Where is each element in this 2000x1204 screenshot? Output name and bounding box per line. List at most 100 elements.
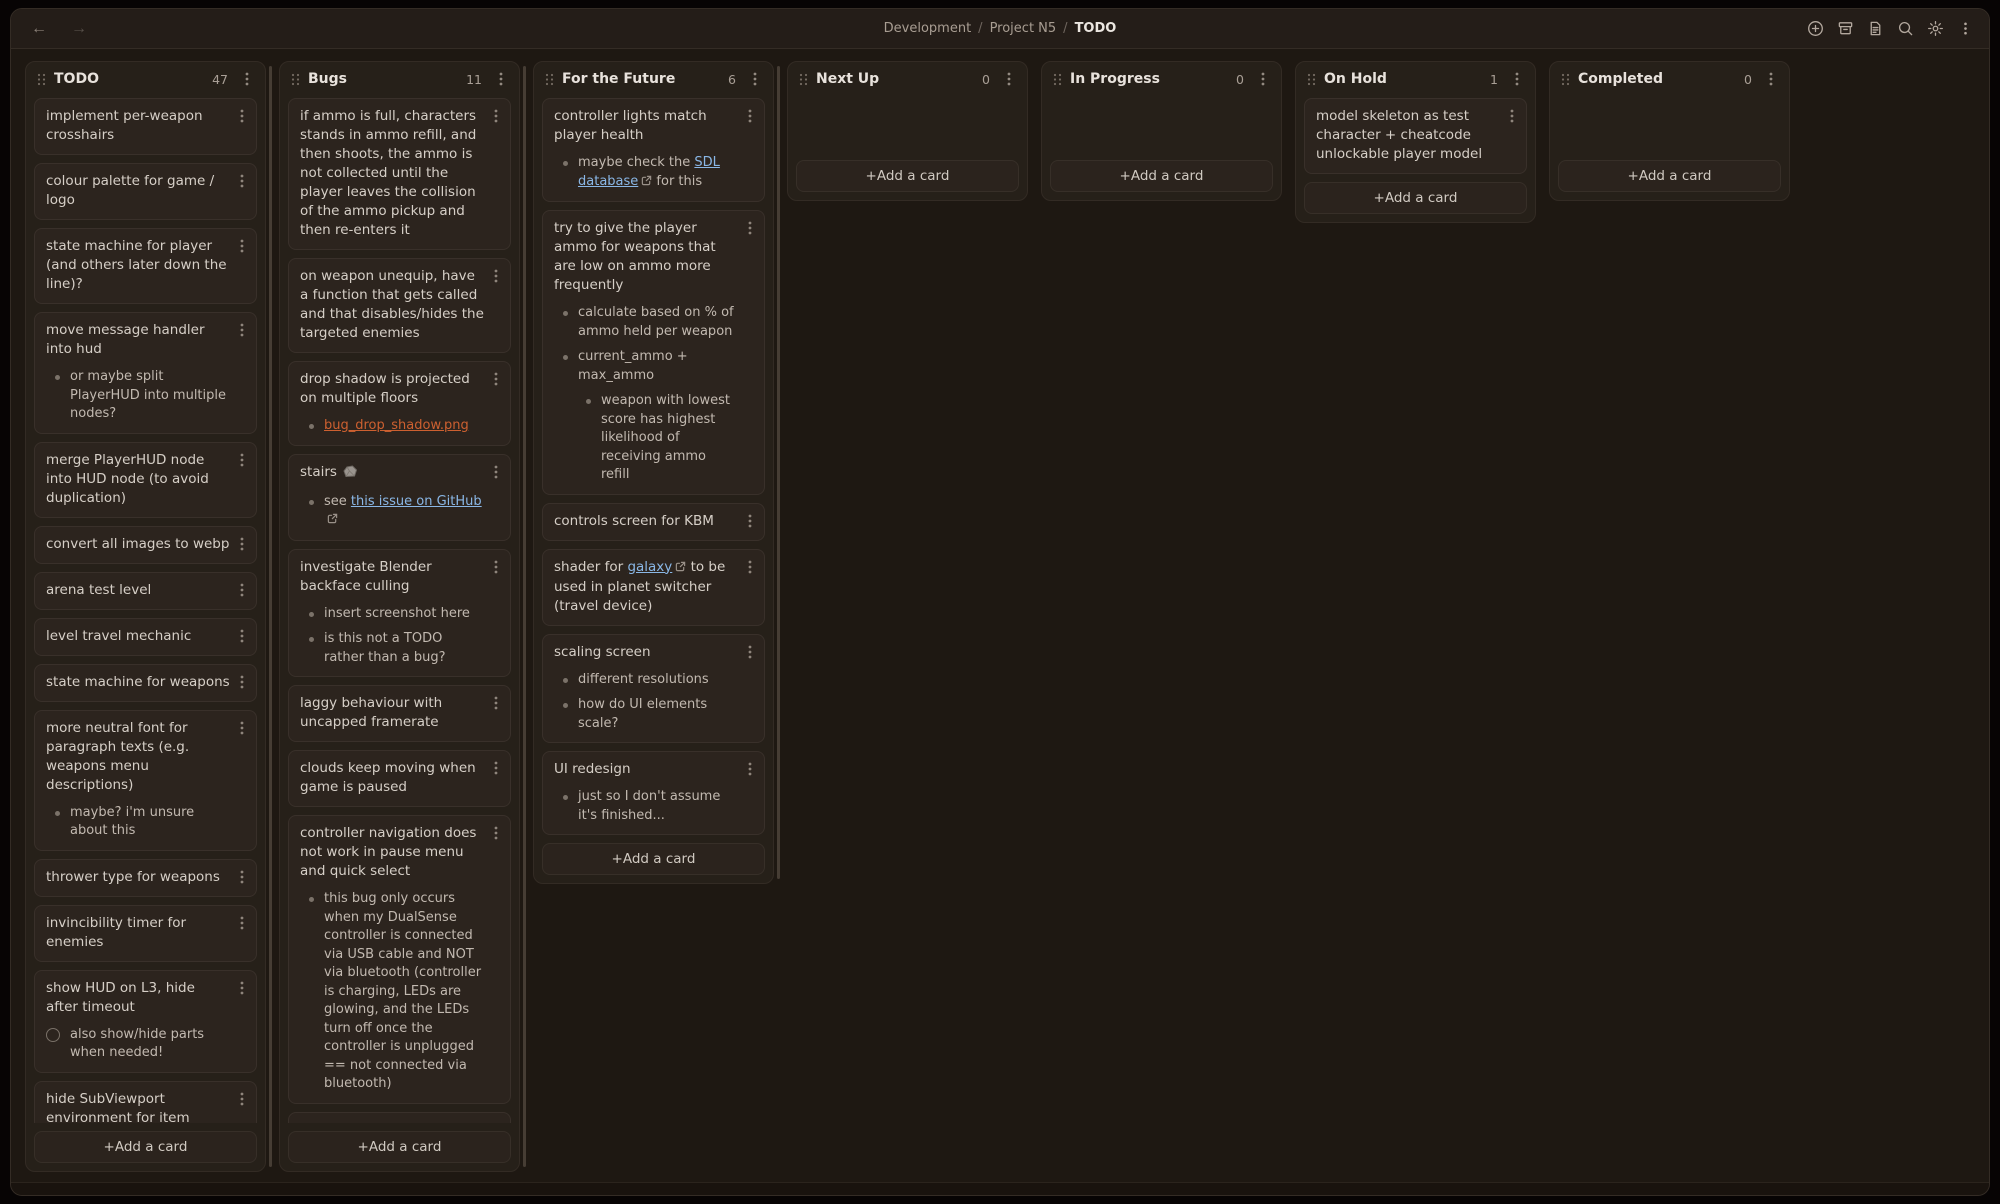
text-segment: controller navigation does not work in p…	[300, 825, 476, 879]
card-menu-button[interactable]	[741, 759, 759, 779]
card[interactable]: controls screen for KBM	[542, 503, 765, 541]
card-menu-button[interactable]	[233, 171, 251, 191]
card-menu-button[interactable]	[233, 867, 251, 887]
archive-button[interactable]	[1831, 15, 1859, 43]
column-drag-handle-icon[interactable]	[798, 71, 809, 88]
card-title: convert all images to webp	[46, 535, 230, 554]
card[interactable]: clouds keep moving when game is paused	[288, 750, 511, 807]
card[interactable]: state machine for weapons	[34, 664, 257, 702]
column-drag-handle-icon[interactable]	[36, 71, 47, 88]
card[interactable]: thrower type for weapons	[34, 859, 257, 897]
card-link[interactable]: this issue on GitHub	[351, 494, 482, 509]
card[interactable]: convert all images to webp	[34, 526, 257, 564]
card[interactable]: arena test level	[34, 572, 257, 610]
card-menu-button[interactable]	[487, 758, 505, 778]
card[interactable]: merge PlayerHUD node into HUD node (to a…	[34, 442, 257, 518]
add-card-button[interactable]: +Add a card	[288, 1131, 511, 1163]
text-segment: maybe? i'm unsure about this	[70, 805, 194, 839]
card[interactable]: show HUD on L3, hide after timeoutalso s…	[34, 970, 257, 1073]
more-button[interactable]	[1951, 15, 1979, 43]
card-menu-button[interactable]	[233, 450, 251, 470]
card[interactable]: scaling screendifferent resolutionshow d…	[542, 634, 765, 744]
column-scrollbar[interactable]	[269, 66, 272, 1167]
add-card-button[interactable]: +Add a card	[34, 1131, 257, 1163]
card-link[interactable]: bug_drop_shadow.png	[324, 418, 469, 433]
checkbox-circle[interactable]	[46, 1028, 60, 1042]
column-drag-handle-icon[interactable]	[1052, 71, 1063, 88]
card[interactable]: controller lights match player healthmay…	[542, 98, 765, 202]
card-menu-button[interactable]	[741, 218, 759, 238]
column-menu-button[interactable]	[1507, 68, 1527, 90]
column-drag-handle-icon[interactable]	[544, 71, 555, 88]
card-menu-button[interactable]	[233, 580, 251, 600]
column-drag-handle-icon[interactable]	[1560, 71, 1571, 88]
card-menu-button[interactable]	[1503, 106, 1521, 126]
column-drag-handle-icon[interactable]	[1306, 71, 1317, 88]
sub-item-text: also show/hide parts when needed!	[70, 1027, 204, 1061]
card-menu-button[interactable]	[487, 823, 505, 843]
add-card-button[interactable]: +Add a card	[542, 843, 765, 875]
column-menu-button[interactable]	[745, 68, 765, 90]
card-menu-button[interactable]	[233, 1089, 251, 1109]
column-drag-handle-icon[interactable]	[290, 71, 301, 88]
card[interactable]: more neutral font for paragraph texts (e…	[34, 710, 257, 851]
card[interactable]: drop shadow is projected on multiple flo…	[288, 361, 511, 446]
column-scrollbar[interactable]	[523, 66, 526, 1167]
card[interactable]: hide SubViewport environment for item pr…	[34, 1081, 257, 1124]
card[interactable]: investigate Blender backface cullinginse…	[288, 549, 511, 678]
card[interactable]: state machine for player (and others lat…	[34, 228, 257, 304]
card[interactable]: try to give the player ammo for weapons …	[542, 210, 765, 495]
card[interactable]: if ammo is full, characters stands in am…	[288, 98, 511, 250]
column-menu-button[interactable]	[237, 68, 257, 90]
add-card-button[interactable]: +Add a card	[1304, 182, 1527, 214]
document-button[interactable]	[1861, 15, 1889, 43]
settings-button[interactable]	[1921, 15, 1949, 43]
card-menu-button[interactable]	[741, 511, 759, 531]
card-menu-button[interactable]	[487, 462, 505, 482]
breadcrumb-item-project-n5[interactable]: Project N5	[990, 21, 1057, 36]
card[interactable]: stairs see this issue on GitHub	[288, 454, 511, 541]
column-menu-button[interactable]	[999, 68, 1019, 90]
card[interactable]: invincibility timer for enemies	[34, 905, 257, 962]
card-menu-button[interactable]	[487, 266, 505, 286]
column-menu-button[interactable]	[491, 68, 511, 90]
card[interactable]: on weapon unequip, have a function that …	[288, 258, 511, 353]
card-menu-button[interactable]	[233, 913, 251, 933]
breadcrumb-item-development[interactable]: Development	[884, 21, 972, 36]
card-menu-button[interactable]	[233, 626, 251, 646]
card-menu-button[interactable]	[233, 236, 251, 256]
card[interactable]: model skeleton as test character + cheat…	[1304, 98, 1527, 174]
add-card-button[interactable]: +Add a card	[796, 160, 1019, 192]
card-menu-button[interactable]	[487, 1120, 505, 1124]
card-menu-button[interactable]	[233, 320, 251, 340]
add-card-button[interactable]: +Add a card	[1050, 160, 1273, 192]
card-menu-button[interactable]	[741, 106, 759, 126]
card-link[interactable]: galaxy	[627, 559, 672, 575]
card-menu-button[interactable]	[233, 672, 251, 692]
circle-plus-button[interactable]	[1801, 15, 1829, 43]
add-card-button[interactable]: +Add a card	[1558, 160, 1781, 192]
column-menu-button[interactable]	[1761, 68, 1781, 90]
card-menu-button[interactable]	[741, 557, 759, 577]
card[interactable]: implement per-weapon crosshairs	[34, 98, 257, 155]
column-menu-button[interactable]	[1253, 68, 1273, 90]
card-menu-button[interactable]	[233, 106, 251, 126]
card[interactable]: targetting an enemy through a wall shoul…	[288, 1112, 511, 1124]
card-menu-button[interactable]	[487, 557, 505, 577]
card-menu-button[interactable]	[233, 534, 251, 554]
card[interactable]: level travel mechanic	[34, 618, 257, 656]
card[interactable]: laggy behaviour with uncapped framerate	[288, 685, 511, 742]
card[interactable]: colour palette for game / logo	[34, 163, 257, 220]
card-menu-button[interactable]	[233, 978, 251, 998]
card-menu-button[interactable]	[487, 369, 505, 389]
card[interactable]: UI redesignjust so I don't assume it's f…	[542, 751, 765, 835]
card[interactable]: shader for galaxy to be used in planet s…	[542, 549, 765, 626]
card-menu-button[interactable]	[487, 106, 505, 126]
card-menu-button[interactable]	[487, 693, 505, 713]
column-scrollbar[interactable]	[777, 66, 780, 879]
card[interactable]: move message handler into hudor maybe sp…	[34, 312, 257, 434]
card-menu-button[interactable]	[233, 718, 251, 738]
card-menu-button[interactable]	[741, 642, 759, 662]
search-button[interactable]	[1891, 15, 1919, 43]
card[interactable]: controller navigation does not work in p…	[288, 815, 511, 1104]
